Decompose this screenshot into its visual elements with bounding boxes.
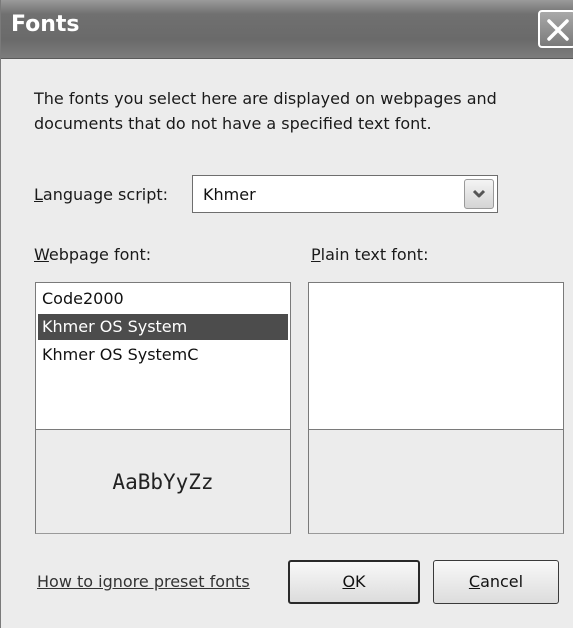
close-button[interactable]: [538, 10, 573, 48]
font-preview-sample: AaBbYyZz: [112, 470, 214, 494]
plain-text-font-preview: [308, 430, 564, 534]
chevron-down-icon: [472, 189, 486, 198]
webpage-font-label: Webpage font:: [34, 245, 152, 264]
list-item[interactable]: Khmer OS SystemC: [38, 342, 288, 368]
dialog-title: Fonts: [11, 12, 80, 37]
description-text: The fonts you select here are displayed …: [34, 89, 497, 133]
close-icon: [547, 19, 569, 41]
list-item-selected[interactable]: Khmer OS System: [38, 314, 288, 340]
list-item[interactable]: Code2000: [38, 286, 288, 312]
ignore-preset-fonts-link[interactable]: How to ignore preset fonts: [37, 572, 250, 591]
dropdown-button[interactable]: [464, 179, 494, 209]
language-script-label: Language script:: [34, 185, 169, 204]
title-bar[interactable]: Fonts: [1, 0, 573, 59]
fonts-dialog: Fonts The fonts you select here are disp…: [0, 0, 573, 628]
cancel-button[interactable]: Cancel: [433, 560, 559, 604]
plain-text-font-list[interactable]: [308, 282, 564, 430]
language-script-select[interactable]: Khmer: [192, 175, 498, 213]
webpage-font-list[interactable]: Code2000 Khmer OS System Khmer OS System…: [35, 282, 291, 430]
plain-text-font-label: Plain text font:: [311, 245, 429, 264]
webpage-font-preview: AaBbYyZz: [35, 430, 291, 534]
ok-button[interactable]: OK: [288, 560, 420, 604]
language-script-value: Khmer: [203, 185, 256, 204]
